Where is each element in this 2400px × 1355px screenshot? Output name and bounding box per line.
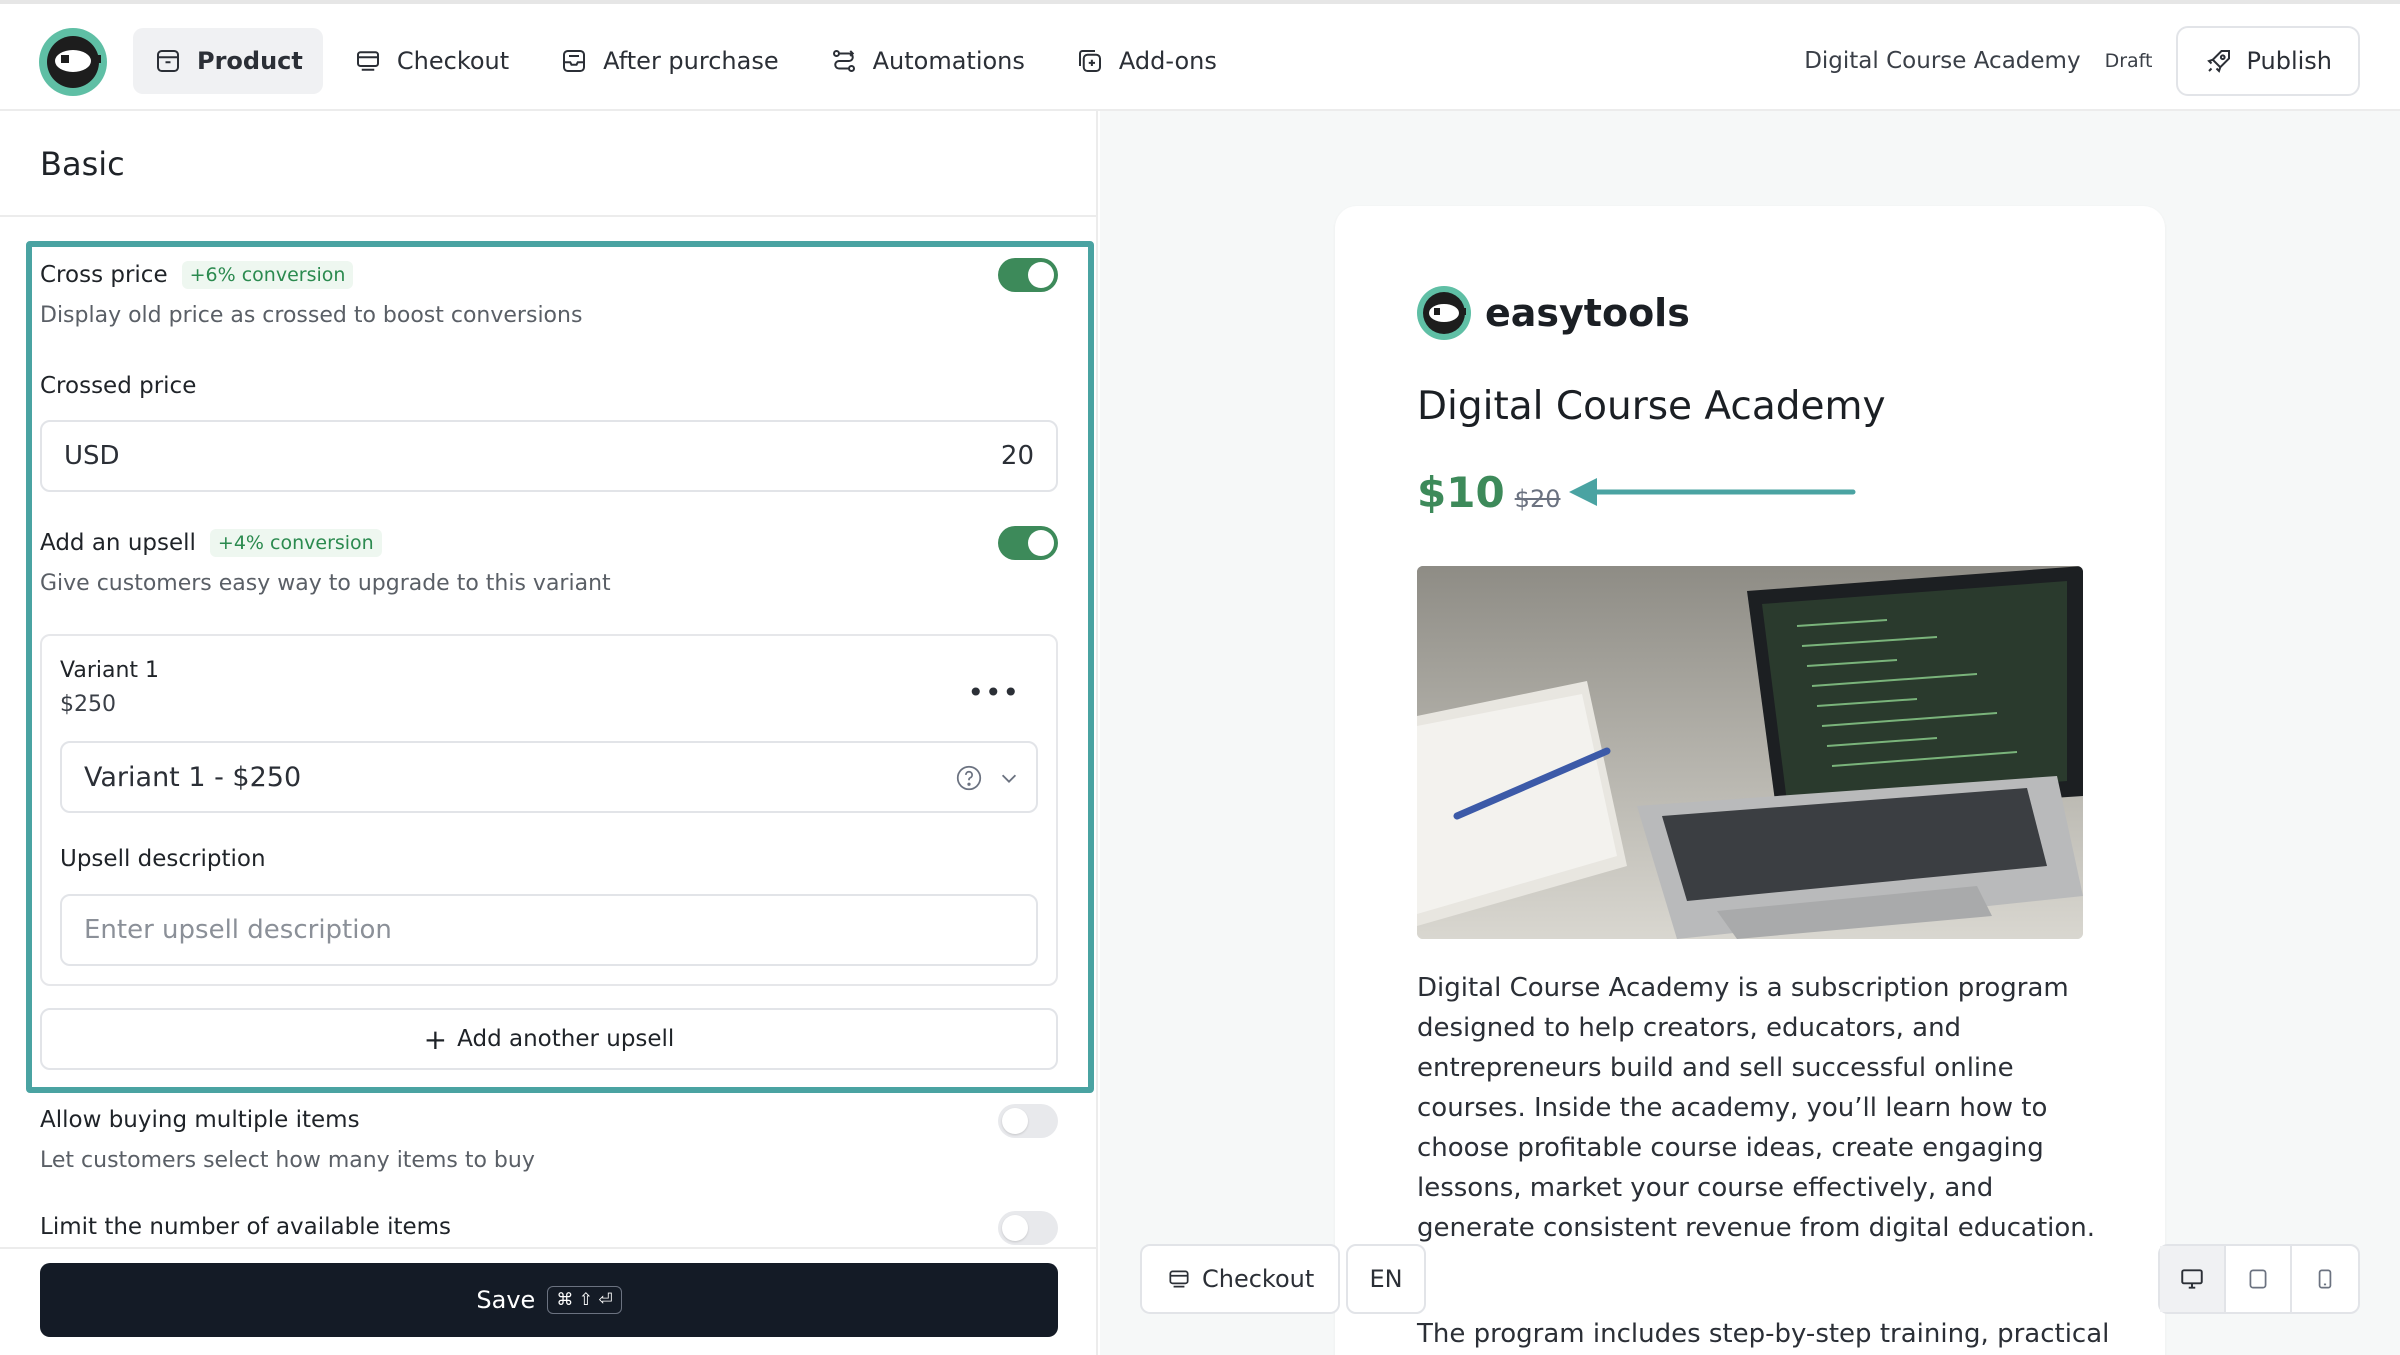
variant-select[interactable]: Variant 1 - $250	[60, 741, 1038, 813]
laptop-illustration	[1417, 566, 2083, 939]
sloth-face	[1423, 292, 1466, 334]
preview-product-title: Digital Course Academy	[1417, 384, 1886, 429]
rocket-icon	[2207, 50, 2231, 73]
box-icon	[157, 50, 179, 72]
tablet-view-button[interactable]	[2226, 1246, 2292, 1312]
panel-title: Basic	[40, 145, 125, 183]
device-preview-toggle	[2158, 1244, 2360, 1314]
save-bar: Save ⌘ ⇧ ⏎	[0, 1247, 1096, 1355]
keyboard-shortcut: ⌘ ⇧ ⏎	[547, 1286, 622, 1314]
upsell-description-label: Upsell description	[60, 846, 266, 872]
status-badge: Draft	[2104, 50, 2153, 72]
save-button[interactable]: Save ⌘ ⇧ ⏎	[40, 1263, 1058, 1337]
mobile-view-button[interactable]	[2292, 1246, 2358, 1312]
nav-tab-after-purchase[interactable]: After purchase	[539, 28, 798, 94]
conversion-badge: +4% conversion	[209, 529, 382, 557]
sloth-logo-icon	[47, 36, 101, 88]
main-nav: Product Checkout After purchase Automati…	[133, 28, 1237, 94]
cross-price-row: Cross price +6% conversion	[40, 261, 354, 289]
crossed-old-price: $20	[1514, 485, 1561, 513]
nav-tab-add-ons[interactable]: Add-ons	[1055, 28, 1237, 94]
mobile-icon	[2318, 1269, 2332, 1289]
current-price: $10	[1417, 468, 1505, 517]
preview-description: Digital Course Academy is a subscription…	[1417, 973, 2096, 1243]
currency-label: USD	[64, 441, 120, 471]
limit-items-label: Limit the number of available items	[40, 1214, 452, 1240]
preview-card: easytools Digital Course Academy $10 $20	[1335, 206, 2165, 1355]
inbox-icon	[563, 50, 586, 72]
upsell-variant-card: Variant 1 $250 ••• Variant 1 - $250 Upse…	[40, 634, 1058, 986]
checkout-icon	[356, 51, 379, 71]
conversion-badge: +6% conversion	[181, 261, 354, 289]
crossed-price-label: Crossed price	[40, 373, 197, 399]
multiple-items-description: Let customers select how many items to b…	[40, 1148, 535, 1173]
crossed-price-input[interactable]: USD 20	[40, 420, 1058, 492]
help-icon[interactable]	[954, 763, 984, 793]
upsell-title: Add an upsell	[40, 530, 196, 556]
crossed-price-amount: 20	[1000, 441, 1034, 471]
app-logo[interactable]	[39, 28, 107, 96]
desktop-icon	[2181, 1269, 2203, 1289]
upsell-description-input[interactable]: Enter upsell description	[60, 894, 1038, 966]
limit-items-toggle[interactable]	[998, 1211, 1058, 1245]
arrow-left-icon	[1569, 478, 1856, 506]
cross-price-toggle[interactable]	[998, 258, 1058, 292]
plus-box-icon	[1078, 50, 1101, 72]
multiple-items-toggle[interactable]	[998, 1104, 1058, 1138]
panel-divider	[0, 215, 1096, 217]
nav-tab-automations[interactable]: Automations	[809, 28, 1045, 94]
checkout-icon	[1169, 1270, 1189, 1288]
upsell-toggle[interactable]	[998, 526, 1058, 560]
tablet-icon	[2249, 1269, 2267, 1289]
brand-name: easytools	[1485, 291, 1690, 335]
nav-tab-product[interactable]: Product	[133, 28, 323, 94]
publish-button[interactable]: Publish	[2176, 26, 2360, 96]
desktop-view-button[interactable]	[2160, 1246, 2226, 1312]
limit-items-title: Limit the number of available items	[40, 1214, 451, 1240]
upsell-description-text: Give customers easy way to upgrade to th…	[40, 571, 611, 596]
add-another-upsell-button[interactable]: + Add another upsell	[40, 1008, 1058, 1070]
publish-label: Publish	[2246, 47, 2332, 75]
plus-icon: +	[423, 1022, 448, 1056]
nav-tab-label: Automations	[872, 47, 1025, 75]
price-row: $10 $20	[1417, 468, 1560, 517]
checkout-preview: easytools Digital Course Academy $10 $20	[1100, 111, 2400, 1355]
variant-title: Variant 1	[60, 658, 160, 683]
brand-header: easytools	[1417, 286, 1690, 340]
language-label: EN	[1369, 1265, 1403, 1293]
save-label: Save	[476, 1286, 536, 1314]
multiple-items-title: Allow buying multiple items	[40, 1107, 360, 1133]
top-navigation-bar: Product Checkout After purchase Automati…	[0, 0, 2400, 111]
variant-price: $250	[60, 692, 116, 717]
nav-tab-label: Product	[197, 47, 303, 75]
preview-checkout-button[interactable]: Checkout	[1140, 1244, 1341, 1314]
selected-variant: Variant 1 - $250	[84, 761, 302, 793]
brand-logo-icon	[1417, 286, 1471, 340]
product-settings-panel: Basic Cross price +6% conversion Display…	[0, 111, 1098, 1355]
preview-description-more: The program includes step-by-step traini…	[1417, 1319, 2110, 1349]
more-options-icon[interactable]: •••	[967, 676, 1020, 709]
route-icon	[832, 50, 855, 72]
nav-tab-label: Checkout	[396, 47, 510, 75]
language-selector[interactable]: EN	[1346, 1244, 1426, 1314]
nav-tab-checkout[interactable]: Checkout	[333, 28, 529, 94]
nav-tab-label: After purchase	[603, 47, 779, 75]
cross-price-title: Cross price	[40, 262, 168, 288]
product-name: Digital Course Academy	[1804, 48, 2081, 74]
preview-checkout-label: Checkout	[1202, 1265, 1315, 1293]
add-upsell-label: Add another upsell	[457, 1026, 675, 1052]
upsell-row: Add an upsell +4% conversion	[40, 529, 382, 557]
chevron-down-icon	[1001, 774, 1017, 783]
cross-price-description: Display old price as crossed to boost co…	[40, 303, 583, 328]
nav-tab-label: Add-ons	[1118, 47, 1217, 75]
upsell-description-placeholder: Enter upsell description	[84, 915, 392, 945]
product-image	[1417, 566, 2083, 939]
multiple-items-label: Allow buying multiple items	[40, 1107, 360, 1133]
top-right-actions: Digital Course Academy Draft Publish	[1804, 26, 2360, 96]
